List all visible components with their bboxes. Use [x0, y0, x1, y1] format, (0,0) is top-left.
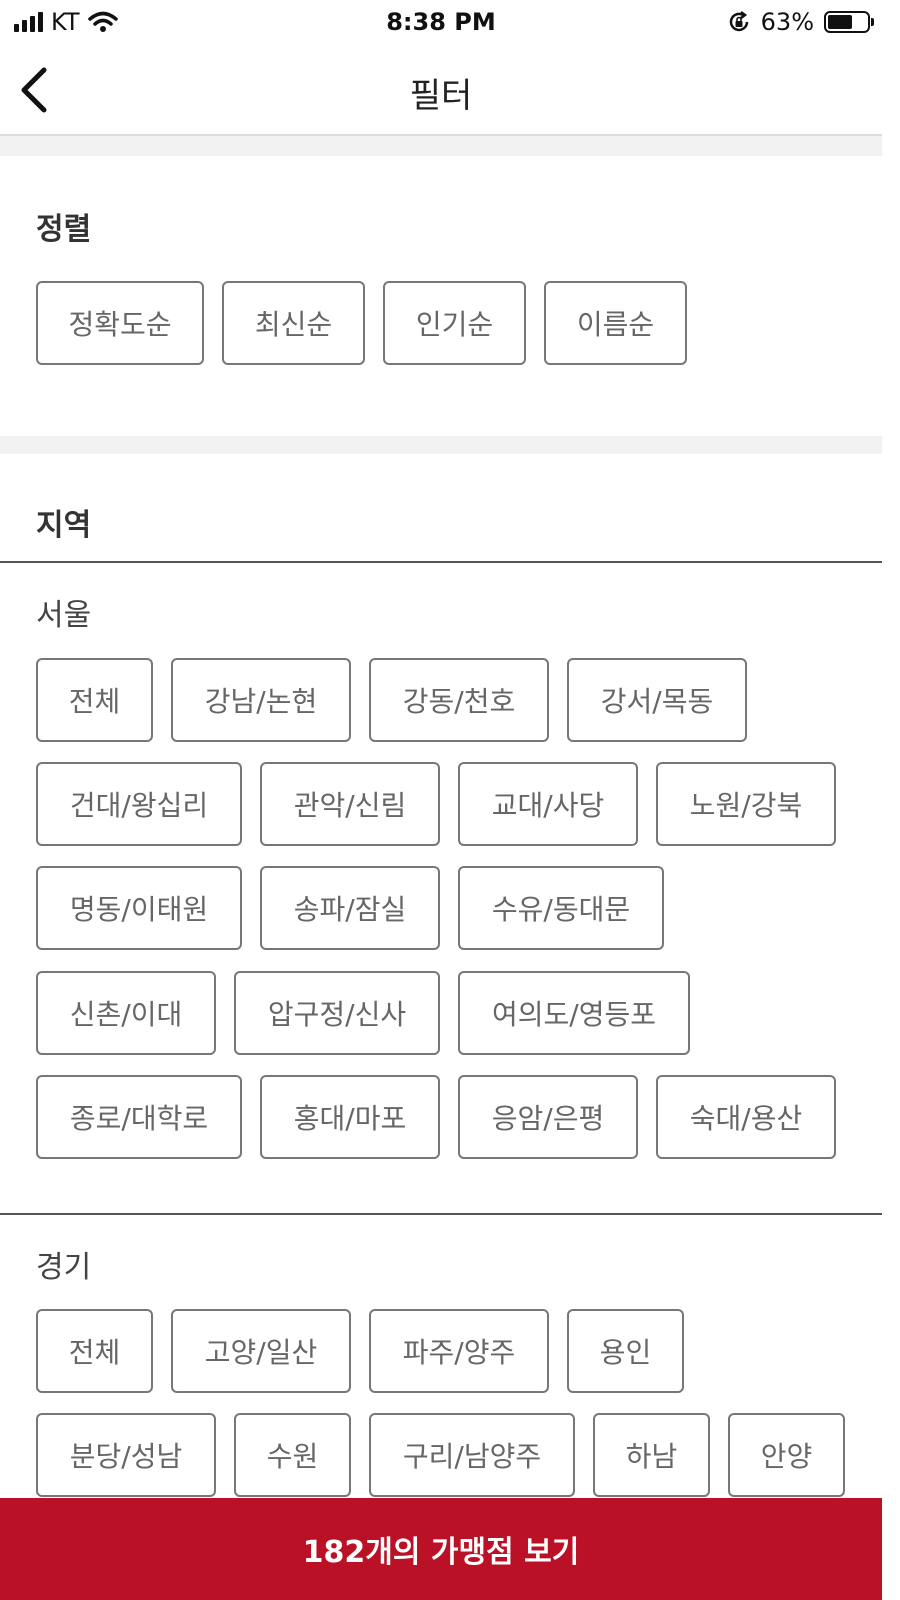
- seoul-chip[interactable]: 송파/잠실: [260, 866, 440, 950]
- region-section-title: 지역: [36, 508, 92, 543]
- filter-screen: KT 8:38 PM 63% 필터 정렬 정확도순 최신순 인기순 이름순 지역…: [0, 0, 882, 1600]
- battery-level: [828, 15, 852, 29]
- seoul-chip[interactable]: 응암/은평: [458, 1075, 638, 1159]
- status-right: 63%: [727, 8, 874, 36]
- seoul-chip[interactable]: 강동/천호: [369, 658, 549, 742]
- seoul-chip[interactable]: 관악/신림: [260, 762, 440, 846]
- seoul-heading: 서울: [36, 598, 92, 633]
- seoul-chip[interactable]: 종로/대학로: [36, 1075, 242, 1159]
- page-title: 필터: [409, 76, 473, 116]
- sort-option-accuracy[interactable]: 정확도순: [36, 281, 204, 365]
- seoul-chip[interactable]: 수유/동대문: [458, 866, 664, 950]
- seoul-chip[interactable]: 교대/사당: [458, 762, 638, 846]
- sort-section-title: 정렬: [36, 212, 92, 247]
- seoul-chip[interactable]: 노원/강북: [656, 762, 836, 846]
- region-divider: [0, 561, 882, 563]
- sort-option-latest[interactable]: 최신순: [222, 281, 365, 365]
- seoul-chip[interactable]: 전체: [36, 658, 153, 742]
- seoul-chip[interactable]: 건대/왕십리: [36, 762, 242, 846]
- gyeonggi-chip[interactable]: 구리/남양주: [369, 1413, 575, 1497]
- battery-icon: [824, 11, 874, 33]
- seoul-row-2: 건대/왕십리 관악/신림 교대/사당 노원/강북: [36, 762, 854, 846]
- sort-option-popular[interactable]: 인기순: [383, 281, 526, 365]
- seoul-row-4: 신촌/이대 압구정/신사 여의도/영등포: [36, 971, 708, 1055]
- section-spacer: [0, 136, 882, 156]
- seoul-chip[interactable]: 강서/목동: [567, 658, 747, 742]
- battery-percent: 63%: [760, 8, 814, 36]
- gyeonggi-chip[interactable]: 수원: [234, 1413, 351, 1497]
- gyeonggi-row-2: 분당/성남 수원 구리/남양주 하남 안양: [36, 1413, 845, 1497]
- gyeonggi-chip[interactable]: 안양: [728, 1413, 845, 1497]
- sort-options: 정확도순 최신순 인기순 이름순: [36, 281, 705, 365]
- gyeonggi-chip[interactable]: 용인: [567, 1309, 684, 1393]
- sort-option-name[interactable]: 이름순: [544, 281, 687, 365]
- gyeonggi-chip[interactable]: 전체: [36, 1309, 153, 1393]
- seoul-chip[interactable]: 압구정/신사: [234, 971, 440, 1055]
- gyeonggi-chip[interactable]: 분당/성남: [36, 1413, 216, 1497]
- gyeonggi-chip[interactable]: 고양/일산: [171, 1309, 351, 1393]
- seoul-chip[interactable]: 명동/이태원: [36, 866, 242, 950]
- section-spacer: [0, 436, 882, 454]
- battery-cap: [871, 18, 874, 26]
- seoul-row-1: 전체 강남/논현 강동/천호 강서/목동: [36, 658, 765, 742]
- region-group-divider: [0, 1213, 882, 1215]
- seoul-chip[interactable]: 신촌/이대: [36, 971, 216, 1055]
- view-stores-button[interactable]: 182개의 가맹점 보기: [0, 1498, 882, 1600]
- seoul-chip[interactable]: 홍대/마포: [260, 1075, 440, 1159]
- seoul-row-3: 명동/이태원 송파/잠실 수유/동대문: [36, 866, 682, 950]
- gyeonggi-row-1: 전체 고양/일산 파주/양주 용인: [36, 1309, 702, 1393]
- navigation-bar: 필터: [0, 46, 882, 136]
- gyeonggi-heading: 경기: [36, 1250, 92, 1285]
- seoul-chip[interactable]: 숙대/용산: [656, 1075, 836, 1159]
- seoul-chip[interactable]: 강남/논현: [171, 658, 351, 742]
- seoul-chip[interactable]: 여의도/영등포: [458, 971, 690, 1055]
- orientation-lock-icon: [729, 11, 748, 32]
- status-bar: KT 8:38 PM 63%: [0, 0, 882, 46]
- gyeonggi-chip[interactable]: 파주/양주: [369, 1309, 549, 1393]
- gyeonggi-chip[interactable]: 하남: [593, 1413, 710, 1497]
- seoul-row-5: 종로/대학로 홍대/마포 응암/은평 숙대/용산: [36, 1075, 854, 1159]
